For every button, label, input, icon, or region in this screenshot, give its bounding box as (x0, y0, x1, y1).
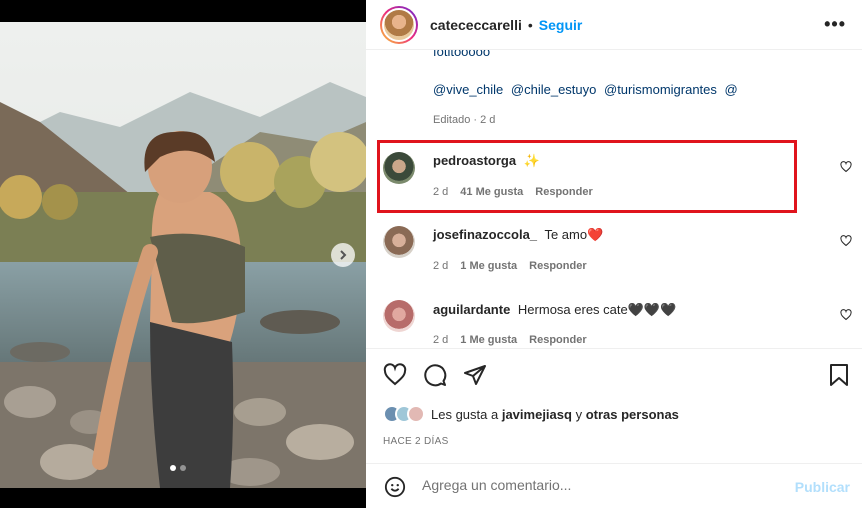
comment-meta: 2 d 1 Me gusta Responder (433, 334, 587, 346)
avatar (407, 405, 425, 423)
comment-text: Te amo❤️ (544, 227, 604, 242)
mention-link[interactable]: @chile_estuyo (511, 82, 596, 97)
likes-summary: Les gusta a javimejiasq y otras personas (383, 405, 679, 423)
comment-icon[interactable] (423, 363, 447, 387)
author-avatar[interactable] (380, 5, 418, 44)
reply-button[interactable]: Responder (529, 334, 586, 346)
share-icon[interactable] (463, 363, 487, 387)
post-timestamp: HACE 2 DÍAS (383, 436, 449, 447)
comment-age: 2 d (433, 334, 449, 346)
likes-others[interactable]: otras personas (586, 407, 679, 422)
carousel-dots (170, 465, 186, 471)
caption-mentions: @vive_chile @chile_estuyo @turismomigran… (433, 82, 742, 97)
comment-composer: Publicar (366, 463, 862, 508)
comment-likes[interactable]: 1 Me gusta (460, 260, 517, 272)
more-icon[interactable]: ••• (824, 14, 846, 35)
caption-text: fotitooooo (433, 50, 491, 59)
carousel-dot (170, 465, 176, 471)
follow-button[interactable]: Seguir (539, 17, 583, 33)
bookmark-icon[interactable] (828, 363, 850, 387)
mention-link[interactable]: @vive_chile (433, 82, 503, 97)
likes-middle: y (575, 406, 583, 422)
mention-link[interactable]: @turismomigrantes (604, 82, 717, 97)
likes-user[interactable]: javimejiasq (502, 407, 572, 422)
comment-username[interactable]: josefinazoccola_ (433, 227, 537, 242)
comment-username[interactable]: aguilardante (433, 302, 510, 317)
avatar[interactable] (383, 300, 415, 332)
post-panel: catececcarelli • Seguir ••• fotitooooo @… (366, 0, 862, 508)
comment-input[interactable] (422, 477, 782, 493)
heart-icon[interactable] (840, 235, 852, 247)
edited-label: Editado · 2 d (433, 114, 496, 126)
post-modal: catececcarelli • Seguir ••• fotitooooo @… (0, 0, 862, 508)
heart-icon[interactable] (840, 309, 852, 321)
likes-prefix: Les gusta a (431, 406, 499, 422)
next-photo-button[interactable] (331, 243, 355, 267)
comments-list[interactable]: fotitooooo @vive_chile @chile_estuyo @tu… (366, 50, 862, 348)
carousel-dot (180, 465, 186, 471)
heart-icon[interactable] (840, 161, 852, 173)
likes-text[interactable]: Les gusta a javimejiasq y otras personas (431, 407, 679, 422)
author-username[interactable]: catececcarelli (430, 17, 522, 33)
publish-button[interactable]: Publicar (795, 479, 850, 495)
post-media (0, 0, 366, 508)
comment-text: Hermosa eres cate🖤🖤🖤 (517, 302, 677, 317)
comment-meta: 2 d 1 Me gusta Responder (433, 260, 587, 272)
avatar[interactable] (383, 226, 415, 258)
post-header: catececcarelli • Seguir ••• (366, 0, 862, 50)
highlight-box (377, 140, 797, 213)
comment-likes[interactable]: 1 Me gusta (460, 334, 517, 346)
comment-body: josefinazoccola_ Te amo❤️ (433, 227, 603, 243)
emoji-icon[interactable] (384, 476, 406, 498)
comment-age: 2 d (433, 260, 449, 272)
chevron-right-icon (340, 250, 347, 260)
comment-body: aguilardante Hermosa eres cate🖤🖤🖤 (433, 302, 676, 318)
post-photo (0, 22, 366, 488)
heart-icon[interactable] (383, 363, 407, 387)
header-separator: • (527, 16, 533, 33)
mention-link[interactable]: @ (725, 82, 738, 97)
post-actions: Les gusta a javimejiasq y otras personas… (366, 348, 862, 508)
reply-button[interactable]: Responder (529, 260, 586, 272)
